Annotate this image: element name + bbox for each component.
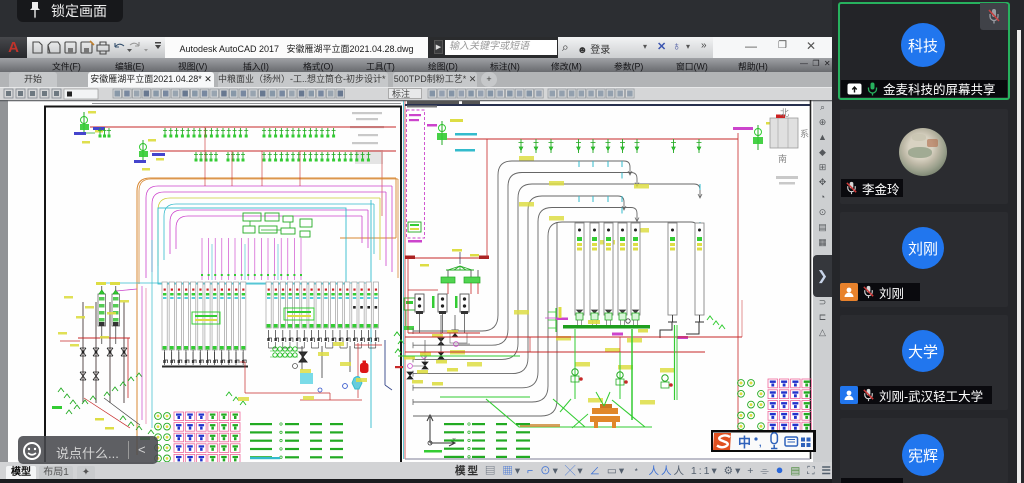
- svg-text:中: 中: [738, 435, 751, 450]
- svg-text:北: 北: [780, 108, 789, 118]
- svg-text:南: 南: [778, 153, 787, 164]
- svg-text:系: 系: [800, 129, 809, 139]
- svg-text:,: ,: [759, 438, 762, 448]
